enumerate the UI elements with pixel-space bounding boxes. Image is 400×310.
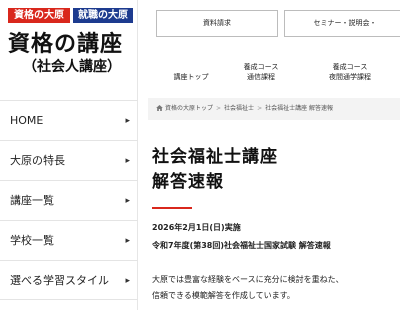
chevron-right-icon: ▸ — [125, 276, 130, 286]
seminar-button[interactable]: セミナー・説明会・ — [284, 10, 400, 37]
sidebar-item-features[interactable]: 大原の特長 ▸ — [0, 140, 138, 180]
exam-name: 令和7年度(第38回)社会福祉士国家試験 解答速報 — [152, 241, 331, 250]
subnav-evening[interactable]: 養成コース 夜間通学課程 — [310, 62, 390, 92]
chevron-right-icon: ▸ — [125, 156, 130, 166]
sidebar-item-label: 大原の特長 — [10, 154, 65, 167]
page-title-line1: 社会福祉士講座 — [152, 147, 278, 167]
chevron-right-icon: ▸ — [125, 116, 130, 126]
subnav-label: 養成コース — [332, 63, 368, 71]
subnav-correspondence[interactable]: 養成コース 通信課程 — [226, 62, 296, 92]
breadcrumb-item-current: 社会福祉士講座 解答速報 — [265, 105, 334, 112]
description: 大原では豊富な経験をベースに充分に検討を重ねた、 信頼できる模範解答を作成してい… — [152, 272, 400, 304]
sidebar-nav: HOME ▸ 大原の特長 ▸ 講座一覧 ▸ 学校一覧 ▸ 選べる学習スタイル ▸ — [0, 100, 138, 300]
page-title: 社会福祉士講座 解答速報 — [152, 145, 400, 195]
breadcrumb-item-social-worker[interactable]: 社会福祉士 — [224, 105, 254, 112]
request-materials-button[interactable]: 資料請求 — [156, 10, 278, 37]
sidebar-item-label: HOME — [10, 114, 44, 127]
logo-subtitle: （社会人講座） — [23, 59, 121, 75]
sidebar-item-home[interactable]: HOME ▸ — [0, 100, 138, 140]
logo-badge-shushoku: 就職の大原 — [73, 8, 133, 23]
subnav-sublabel: 夜間通学課程 — [329, 73, 371, 81]
logo[interactable]: 資格の大原 就職の大原 資格の講座 （社会人講座） — [8, 8, 133, 80]
sidebar-item-schools[interactable]: 学校一覧 ▸ — [0, 220, 138, 260]
logo-badge-shikaku: 資格の大原 — [8, 8, 70, 23]
sidebar: 資格の大原 就職の大原 資格の講座 （社会人講座） HOME ▸ 大原の特長 ▸… — [0, 0, 138, 310]
description-line1: 大原では豊富な経験をベースに充分に検討を重ねた、 — [152, 275, 344, 284]
sidebar-item-label: 選べる学習スタイル — [10, 274, 109, 287]
subnav-sublabel: 通信課程 — [247, 73, 275, 81]
breadcrumb-separator: > — [257, 105, 263, 112]
breadcrumb-separator: > — [216, 105, 222, 112]
sidebar-item-label: 講座一覧 — [10, 194, 54, 207]
sidebar-item-learning-style[interactable]: 選べる学習スタイル ▸ — [0, 260, 138, 300]
home-icon — [156, 105, 163, 111]
chevron-right-icon: ▸ — [125, 236, 130, 246]
subnav-label: 養成コース — [243, 63, 279, 71]
sidebar-item-courses[interactable]: 講座一覧 ▸ — [0, 180, 138, 220]
breadcrumb: 資格の大原トップ > 社会福祉士 > 社会福祉士講座 解答速報 — [148, 98, 400, 120]
page-title-line2: 解答速報 — [152, 172, 224, 192]
exam-date: 2026年2月1日(日)実施 — [152, 223, 241, 232]
description-line2: 信頼できる模範解答を作成しています。 — [152, 291, 295, 300]
chevron-right-icon: ▸ — [125, 196, 130, 206]
sidebar-item-label: 学校一覧 — [10, 234, 54, 247]
breadcrumb-item-top[interactable]: 資格の大原トップ — [165, 105, 213, 112]
logo-title: 資格の講座 — [8, 32, 124, 57]
subnav-label: 講座トップ — [173, 73, 209, 81]
title-accent-bar — [152, 207, 192, 209]
